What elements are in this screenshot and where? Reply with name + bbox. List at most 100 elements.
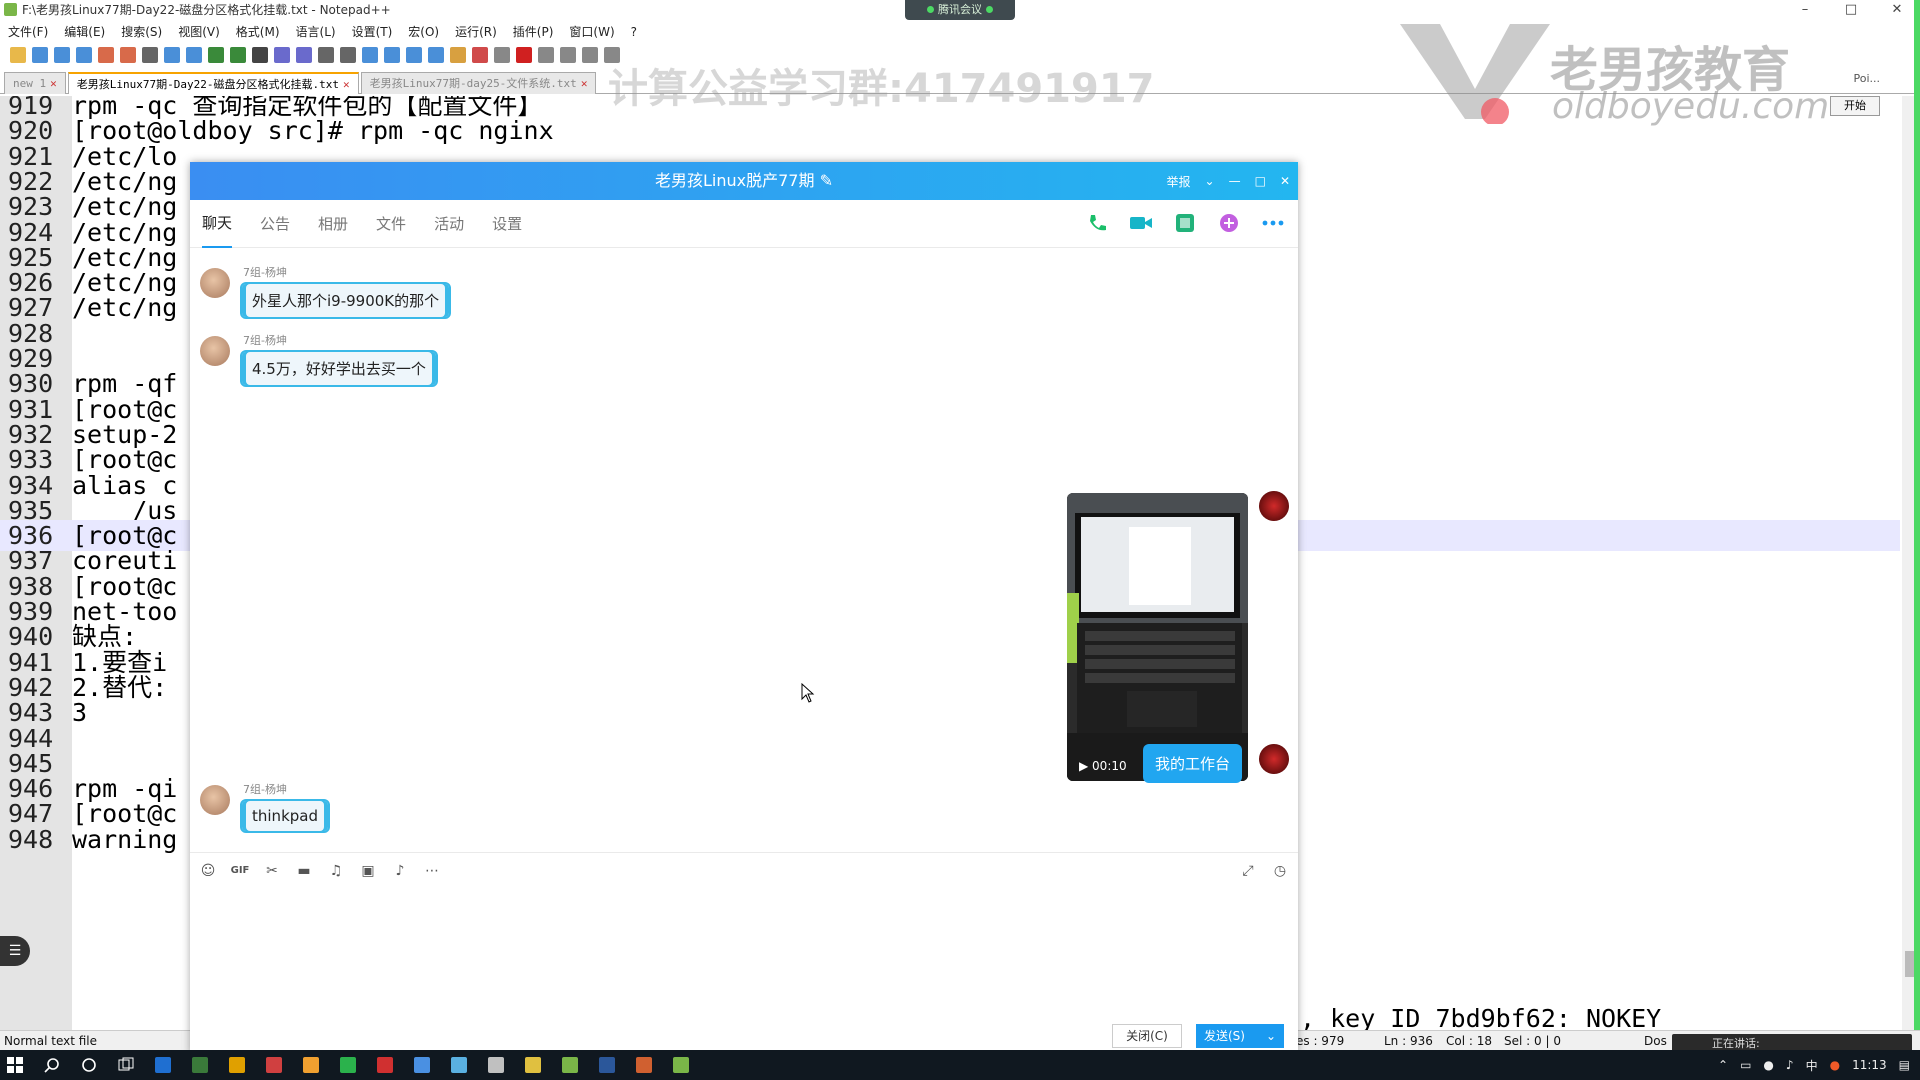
menu-item[interactable]: 文件(F) (8, 22, 48, 42)
qq-tab[interactable]: 公告 (260, 201, 290, 247)
taskbar-app-icon[interactable] (629, 1050, 659, 1080)
toolbar-button-icon[interactable] (296, 47, 312, 63)
chat-message-area[interactable]: 7组-杨坤 外星人那个i9-9900K的那个 7组-杨坤 4.5万，好好学出去买… (190, 248, 1298, 848)
close-tab-icon[interactable]: ✕ (50, 77, 57, 90)
toolbar-button-icon[interactable] (472, 47, 488, 63)
file-tab[interactable]: 老男孩Linux77期-Day22-磁盘分区格式化挂载.txt ✕ (67, 72, 359, 94)
chevron-down-icon[interactable]: ⌄ (1205, 174, 1215, 188)
antivirus-icon[interactable]: ● (1830, 1058, 1840, 1072)
qq-tab[interactable]: 聊天 (202, 200, 233, 248)
document-list-icon[interactable]: ☰ (0, 936, 30, 966)
expand-icon[interactable]: ⤢ (1238, 861, 1258, 881)
history-clock-icon[interactable]: ◷ (1270, 861, 1290, 881)
menu-item[interactable]: 设置(T) (352, 22, 393, 42)
taskbar-app-icon[interactable] (148, 1050, 178, 1080)
taskbar-app-icon[interactable] (555, 1050, 585, 1080)
toolbar-button-icon[interactable] (582, 47, 598, 63)
avatar[interactable] (200, 268, 230, 298)
taskbar-app-icon[interactable] (407, 1050, 437, 1080)
taskbar-app-icon[interactable] (185, 1050, 215, 1080)
qq-tab[interactable]: 活动 (434, 201, 464, 247)
maximize-icon[interactable]: □ (1255, 174, 1266, 188)
add-app-icon[interactable] (1216, 210, 1242, 236)
taskbar-app-icon[interactable] (444, 1050, 474, 1080)
cortana-icon[interactable] (74, 1050, 104, 1080)
menu-item[interactable]: 窗口(W) (569, 22, 614, 42)
message-bubble[interactable]: 4.5万，好好学出去买一个 (240, 350, 438, 387)
toolbar-button-icon[interactable] (406, 47, 422, 63)
qq-tab[interactable]: 文件 (376, 201, 406, 247)
file-tab[interactable]: 老男孩Linux77期-day25-文件系统.txt ✕ (360, 72, 597, 94)
send-button[interactable]: 发送(S) ⌄ (1196, 1024, 1284, 1048)
video-call-icon[interactable] (1128, 210, 1154, 236)
video-message[interactable]: ▶ 00:10 ⤓ (1067, 493, 1248, 781)
taskbar-app-icon[interactable] (592, 1050, 622, 1080)
phone-call-icon[interactable] (1084, 210, 1110, 236)
qq-tab[interactable]: 设置 (492, 201, 522, 247)
windows-start-icon[interactable] (0, 1050, 30, 1080)
clock[interactable]: 11:13 (1852, 1058, 1887, 1072)
avatar[interactable] (200, 336, 230, 366)
minimize-icon[interactable]: – (1782, 0, 1828, 20)
toolbar-button-icon[interactable] (318, 47, 334, 63)
search-icon[interactable] (37, 1050, 67, 1080)
taskbar-app-icon[interactable] (259, 1050, 289, 1080)
ime-indicator[interactable]: 中 (1806, 1057, 1818, 1074)
taskbar-app-icon[interactable] (222, 1050, 252, 1080)
more-icon[interactable] (1260, 210, 1286, 236)
close-icon[interactable]: ✕ (1280, 174, 1290, 188)
toolbar-button-icon[interactable] (120, 47, 136, 63)
file-tab[interactable]: new 1 ✕ (4, 72, 66, 94)
toolbar-button-icon[interactable] (32, 47, 48, 63)
menu-item[interactable]: 格式(M) (236, 22, 280, 42)
taskbar-app-icon[interactable] (296, 1050, 326, 1080)
avatar[interactable] (200, 785, 230, 815)
folder-icon[interactable]: ▬ (294, 861, 314, 881)
toolbar-button-icon[interactable] (164, 47, 180, 63)
minimize-icon[interactable]: — (1229, 174, 1241, 188)
chevron-down-icon[interactable]: ⌄ (1266, 1024, 1276, 1048)
message-input[interactable] (190, 888, 1298, 1018)
class-icon[interactable] (1172, 210, 1198, 236)
task-view-icon[interactable] (111, 1050, 141, 1080)
toolbar-button-icon[interactable] (208, 47, 224, 63)
toolbar-button-icon[interactable] (450, 47, 466, 63)
toolbar-button-icon[interactable] (516, 47, 532, 63)
toolbar-button-icon[interactable] (76, 47, 92, 63)
report-button[interactable]: 举报 (1167, 173, 1191, 190)
menu-item[interactable]: 运行(R) (455, 22, 497, 42)
taskbar-app-icon[interactable] (370, 1050, 400, 1080)
emoji-icon[interactable]: ☺ (198, 861, 218, 881)
qq-tab[interactable]: 相册 (318, 201, 348, 247)
menu-item[interactable]: 插件(P) (513, 22, 554, 42)
my-avatar[interactable] (1259, 744, 1289, 774)
close-tab-icon[interactable]: ✕ (343, 78, 350, 91)
maximize-icon[interactable]: □ (1828, 0, 1874, 20)
my-message-bubble[interactable]: 我的工作台 (1143, 744, 1243, 783)
notification-icon[interactable]: ▤ (1899, 1058, 1910, 1072)
toolbar-button-icon[interactable] (384, 47, 400, 63)
menu-item[interactable]: 语言(L) (296, 22, 336, 42)
poi-label[interactable]: Poi... (1853, 72, 1880, 85)
toolbar-button-icon[interactable] (274, 47, 290, 63)
edit-icon[interactable]: ✎ (820, 171, 833, 190)
toolbar-button-icon[interactable] (428, 47, 444, 63)
menu-item[interactable]: 搜索(S) (121, 22, 162, 42)
toolbar-button-icon[interactable] (142, 47, 158, 63)
toolbar-button-icon[interactable] (230, 47, 246, 63)
toolbar-button-icon[interactable] (10, 47, 26, 63)
message-bubble[interactable]: 外星人那个i9-9900K的那个 (240, 282, 452, 319)
toolbar-button-icon[interactable] (186, 47, 202, 63)
close-tab-icon[interactable]: ✕ (581, 77, 588, 90)
volume-icon[interactable]: ♪ (1786, 1058, 1794, 1072)
toolbar-button-icon[interactable] (54, 47, 70, 63)
taskbar-app-icon[interactable] (333, 1050, 363, 1080)
toolbar-button-icon[interactable] (98, 47, 114, 63)
toolbar-button-icon[interactable] (538, 47, 554, 63)
music-icon[interactable]: ♫ (326, 861, 346, 881)
tray-expand-icon[interactable]: ⌃ (1718, 1058, 1728, 1072)
gif-icon[interactable]: GIF (230, 861, 250, 881)
microphone-icon[interactable]: ● (1763, 1058, 1773, 1072)
taskbar-app-icon[interactable] (666, 1050, 696, 1080)
menu-item[interactable]: 宏(O) (408, 22, 439, 42)
